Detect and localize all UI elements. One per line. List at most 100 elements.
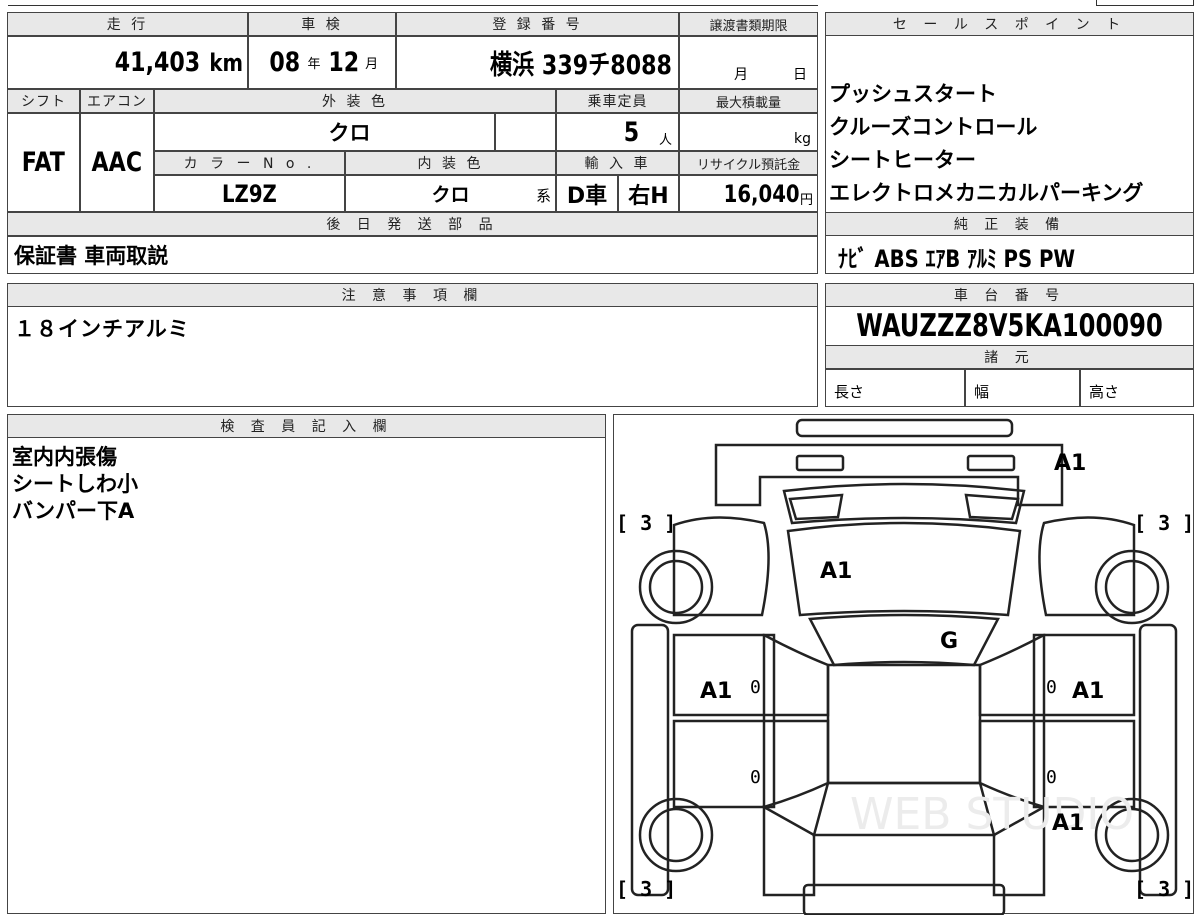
spec-width-cell: 幅 <box>965 369 1080 407</box>
right-sill <box>1138 623 1178 897</box>
registration-cell: 横浜 339チ8088 <box>396 36 679 89</box>
shift-value: FAT <box>21 147 66 178</box>
inspection-header: 車 検 <box>248 12 396 36</box>
shift-cell: FAT <box>7 113 80 212</box>
body-outline <box>672 516 770 617</box>
rear-glass-left <box>788 493 844 521</box>
left-rear-door <box>672 719 830 809</box>
mark-front-right: A1 <box>1052 811 1085 836</box>
rear-light-right <box>966 454 1016 472</box>
wheel-left-front-inner <box>648 559 704 615</box>
capacity-cell: 5 人 <box>556 113 679 151</box>
registration-value: 横浜 339チ8088 <box>490 50 672 81</box>
chassis-number: WAUZZZ8V5KA100090 <box>856 308 1163 344</box>
exterior-color-value: クロ <box>328 121 371 145</box>
inspection-year-unit: 年 <box>307 57 321 72</box>
mark-zero: 0 <box>750 677 761 698</box>
steering-cell: 右H <box>618 175 679 212</box>
rear-glass-right <box>964 493 1020 521</box>
notes-value: １８インチアルミ <box>14 317 190 341</box>
inspection-cell: 08 年 12 月 <box>248 36 396 89</box>
registration-header: 登 録 番 号 <box>396 12 679 36</box>
interior-color-header: 内 装 色 <box>345 151 556 175</box>
car-diagram: WEB STUDIO A1 A1 G A1 A1 A1 0 0 0 0 [ 3 … <box>613 414 1195 915</box>
genuine-equipment-value: ﾅﾋﾞ ABS ｴｱB ｱﾙﾐ PS PW <box>838 244 1076 273</box>
interior-color-cell: クロ 系 <box>345 175 556 212</box>
recycle-fee-header: リサイクル預託金 <box>679 151 818 175</box>
genuine-equipment-header: 純 正 装 備 <box>825 212 1194 236</box>
wheel-right-front-inner <box>1104 559 1160 615</box>
top-strip <box>8 0 818 6</box>
color-no-cell: LZ9Z <box>154 175 345 212</box>
windshield <box>808 613 1000 667</box>
max-load-header: 最大積載量 <box>679 89 818 113</box>
spec-length-cell: 長さ <box>825 369 965 407</box>
aircon-cell: AAC <box>80 113 154 212</box>
notes-header: 注 意 事 項 欄 <box>7 283 818 307</box>
inspection-month: 12 <box>327 47 359 78</box>
interior-color-value: クロ <box>431 184 470 206</box>
recycle-fee-unit: 円 <box>799 193 813 208</box>
deadline-month-label: 月 <box>734 67 748 83</box>
mileage-header: 走 行 <box>7 12 248 36</box>
capacity-header: 乗車定員 <box>556 89 679 113</box>
inspector-note-line: 室内内張傷 <box>12 445 117 469</box>
recycle-fee-value: 16,040 <box>724 179 800 208</box>
mark-hood: A1 <box>820 559 853 584</box>
left-sill <box>630 623 670 897</box>
spec-height-cell: 高さ <box>1080 369 1194 407</box>
chassis-header: 車 台 番 号 <box>825 283 1194 307</box>
transfer-deadline-cell: 月 日 <box>679 36 818 89</box>
capacity-value: 5 <box>623 116 640 148</box>
max-load-cell: kg <box>679 113 818 151</box>
top-strip-right <box>1096 0 1194 6</box>
import-type-value: D車 <box>566 183 608 209</box>
later-parts-cell: 保証書 車両取説 <box>7 236 818 274</box>
inspector-note-line: バンパー下A <box>12 499 135 523</box>
rear-light-left <box>795 454 845 472</box>
front-lower-left <box>762 804 816 897</box>
mark-zero: 0 <box>1046 767 1057 788</box>
mark-right-door: A1 <box>1072 679 1105 704</box>
inspection-month-unit: 月 <box>365 57 379 72</box>
tire-mark-left-rear: [ 3 ] <box>616 877 677 901</box>
left-front-door <box>672 633 830 717</box>
color-no-value: LZ9Z <box>222 179 277 208</box>
specs-header: 諸 元 <box>825 345 1194 369</box>
transfer-deadline-header: 譲渡書類期限 <box>679 12 818 36</box>
sales-point-item: クルーズコントロール <box>829 115 1038 139</box>
import-type-cell: D車 <box>556 175 618 212</box>
mark-zero: 0 <box>1046 677 1057 698</box>
mark-rear-bumper: A1 <box>1054 451 1087 476</box>
body-outline-right <box>1038 516 1136 617</box>
color-no-header: カ ラ ー N o . <box>154 151 345 175</box>
inspection-year: 08 <box>269 47 301 78</box>
interior-color-suffix: 系 <box>535 187 551 205</box>
inspector-header: 検 査 員 記 入 欄 <box>7 414 606 438</box>
right-front-door <box>978 633 1136 717</box>
mileage-cell: 41,403 km <box>7 36 248 89</box>
front-bumper-tab <box>802 883 1006 915</box>
aircon-header: エアコン <box>80 89 154 113</box>
spec-length-label: 長さ <box>834 383 865 401</box>
mark-left-door: A1 <box>700 679 733 704</box>
wheel-left-rear-inner <box>648 807 704 863</box>
tire-mark-left-front: [ 3 ] <box>616 511 677 535</box>
mileage-unit: km <box>209 48 243 77</box>
capacity-unit: 人 <box>658 132 672 148</box>
import-header: 輸 入 車 <box>556 151 679 175</box>
spec-width-label: 幅 <box>974 383 990 401</box>
max-load-unit: kg <box>794 131 811 147</box>
aircon-value: AAC <box>91 147 143 178</box>
sales-point-item: プッシュスタート <box>829 82 997 106</box>
tire-mark-right-front: [ 3 ] <box>1134 511 1195 535</box>
spec-height-label: 高さ <box>1089 383 1120 401</box>
shift-header: シフト <box>7 89 80 113</box>
car-outline-svg <box>630 418 1178 915</box>
exterior-color-cell: クロ <box>154 113 495 151</box>
top-bumper-tab <box>795 418 1014 438</box>
chassis-number-cell: WAUZZZ8V5KA100090 <box>825 307 1194 345</box>
rear-bumper <box>714 443 1064 507</box>
inspector-note-line: シートしわ小 <box>12 472 138 496</box>
recycle-fee-cell: 16,040 円 <box>679 175 818 212</box>
